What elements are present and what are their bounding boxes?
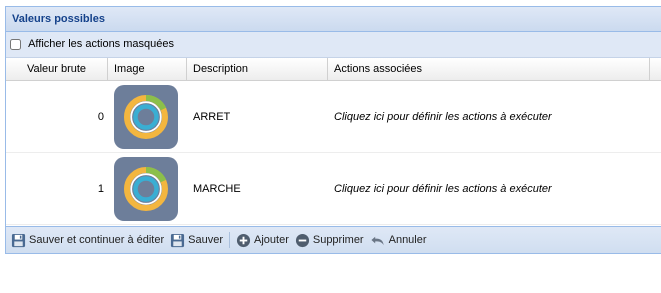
ring-gauge-icon <box>114 156 178 221</box>
save-button[interactable]: Sauver <box>170 233 223 248</box>
grid-body: 0 ARRET Cliquez ici pour définir les act… <box>6 81 661 225</box>
add-button[interactable]: Ajouter <box>236 233 289 248</box>
table-row[interactable]: 1 MARCHE Cliquez ici pour définir les ac… <box>6 153 661 225</box>
floppy-disk-icon <box>171 233 185 247</box>
bottom-toolbar: Sauver et continuer à éditer Sauver Ajou… <box>6 226 661 253</box>
column-header-associated-actions[interactable]: Actions associées <box>328 58 650 80</box>
actions-cell[interactable]: Cliquez ici pour définir les actions à e… <box>328 81 650 152</box>
delete-button[interactable]: Supprimer <box>295 233 364 248</box>
column-header-image[interactable]: Image <box>108 58 187 80</box>
save-label: Sauver <box>188 234 223 246</box>
possible-values-panel: Valeurs possibles Afficher les actions m… <box>5 6 661 254</box>
description-cell[interactable]: ARRET <box>187 81 328 152</box>
raw-value-cell[interactable]: 1 <box>6 153 108 224</box>
toolbar-separator <box>229 232 230 248</box>
image-cell[interactable] <box>108 81 187 152</box>
cancel-label: Annuler <box>388 234 427 246</box>
delete-label: Supprimer <box>312 234 364 246</box>
grid-header: Valeur brute Image Description Actions a… <box>6 58 661 81</box>
save-and-continue-label: Sauver et continuer à éditer <box>29 234 165 246</box>
ring-gauge-icon <box>114 84 178 149</box>
minus-circle-icon <box>295 233 309 247</box>
show-hidden-actions-checkbox[interactable] <box>10 39 21 50</box>
image-cell[interactable] <box>108 153 187 224</box>
cancel-button[interactable]: Annuler <box>370 233 427 248</box>
column-header-description[interactable]: Description <box>187 58 328 80</box>
floppy-disk-icon <box>11 233 26 247</box>
show-hidden-actions-label[interactable]: Afficher les actions masquées <box>28 38 174 50</box>
plus-circle-icon <box>236 233 251 247</box>
column-header-raw-value[interactable]: Valeur brute <box>6 58 108 80</box>
undo-arrow-icon <box>371 236 384 245</box>
column-header-filler <box>650 58 661 80</box>
description-cell[interactable]: MARCHE <box>187 153 328 224</box>
panel-title: Valeurs possibles <box>6 7 661 32</box>
save-and-continue-button[interactable]: Sauver et continuer à éditer <box>11 233 164 248</box>
table-row[interactable]: 0 ARRET Cliquez ici pour définir les act… <box>6 81 661 153</box>
actions-cell[interactable]: Cliquez ici pour définir les actions à e… <box>328 153 650 224</box>
raw-value-cell[interactable]: 0 <box>6 81 108 152</box>
show-hidden-actions-row: Afficher les actions masquées <box>6 32 661 58</box>
add-label: Ajouter <box>254 234 289 246</box>
